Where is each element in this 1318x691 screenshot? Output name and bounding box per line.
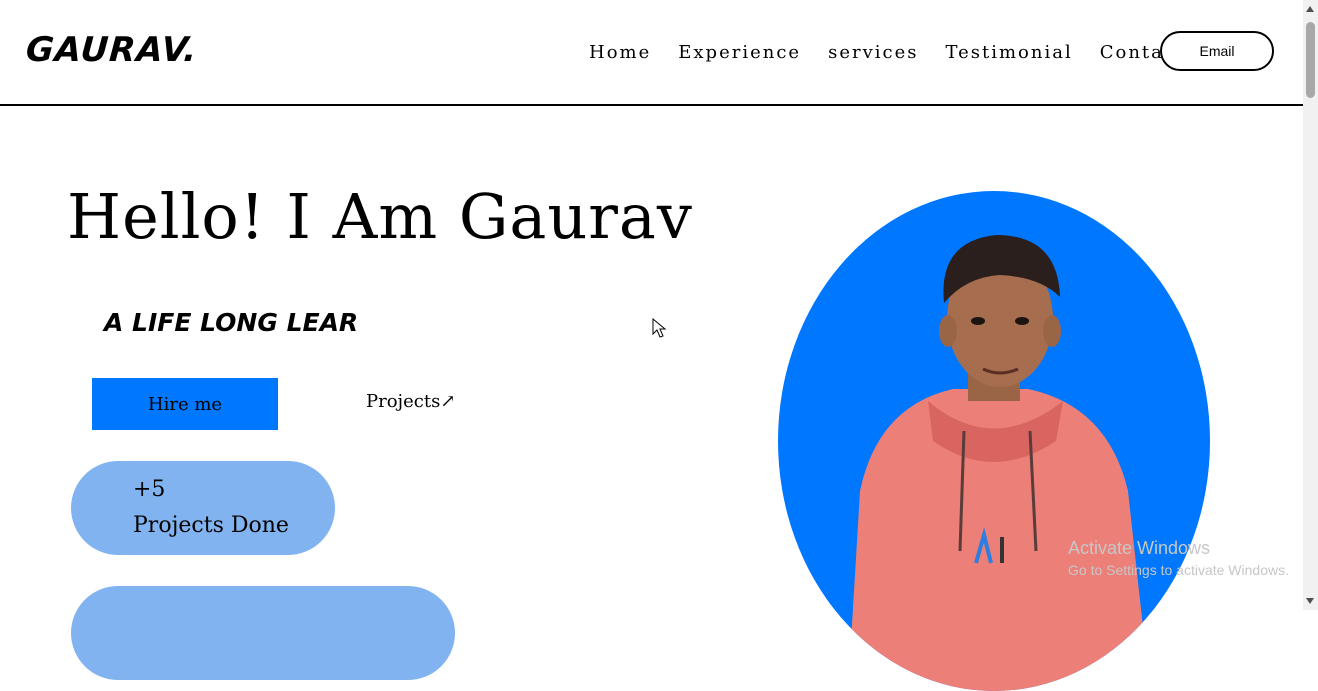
nav-services[interactable]: services [828,42,918,63]
main-nav: Home Experience services Testimonial Con… [589,42,1212,63]
hero-title: Hello! I Am Gaurav [67,180,693,253]
watermark-subtitle: Go to Settings to activate Windows. [1068,562,1289,578]
activate-windows-watermark: Activate Windows Go to Settings to activ… [1068,538,1289,578]
profile-photo [778,191,1210,691]
person-illustration [848,235,1150,691]
projects-link[interactable]: Projects↗ [366,391,455,412]
site-logo[interactable]: GAURAV. [25,30,199,70]
watermark-title: Activate Windows [1068,538,1211,558]
site-header: GAURAV. Home Experience services Testimo… [0,0,1303,106]
stat-number: +5 [133,477,166,502]
hire-me-button[interactable]: Hire me [92,378,278,430]
nav-home[interactable]: Home [589,42,651,63]
mouse-pointer-icon [652,318,667,338]
scroll-thumb[interactable] [1306,22,1315,98]
scroll-down-arrow-icon[interactable] [1306,598,1314,604]
hero-tagline: A LIFE LONG LEAR [104,308,359,337]
scroll-up-arrow-icon[interactable] [1306,6,1314,12]
nav-experience[interactable]: Experience [678,42,801,63]
page-scrollbar[interactable] [1303,0,1318,610]
stat-card-second [71,586,455,680]
nav-testimonial[interactable]: Testimonial [945,42,1072,63]
stat-label: Projects Done [133,513,289,538]
email-button[interactable]: Email [1160,31,1274,71]
stat-card-projects: +5 Projects Done [71,461,335,555]
